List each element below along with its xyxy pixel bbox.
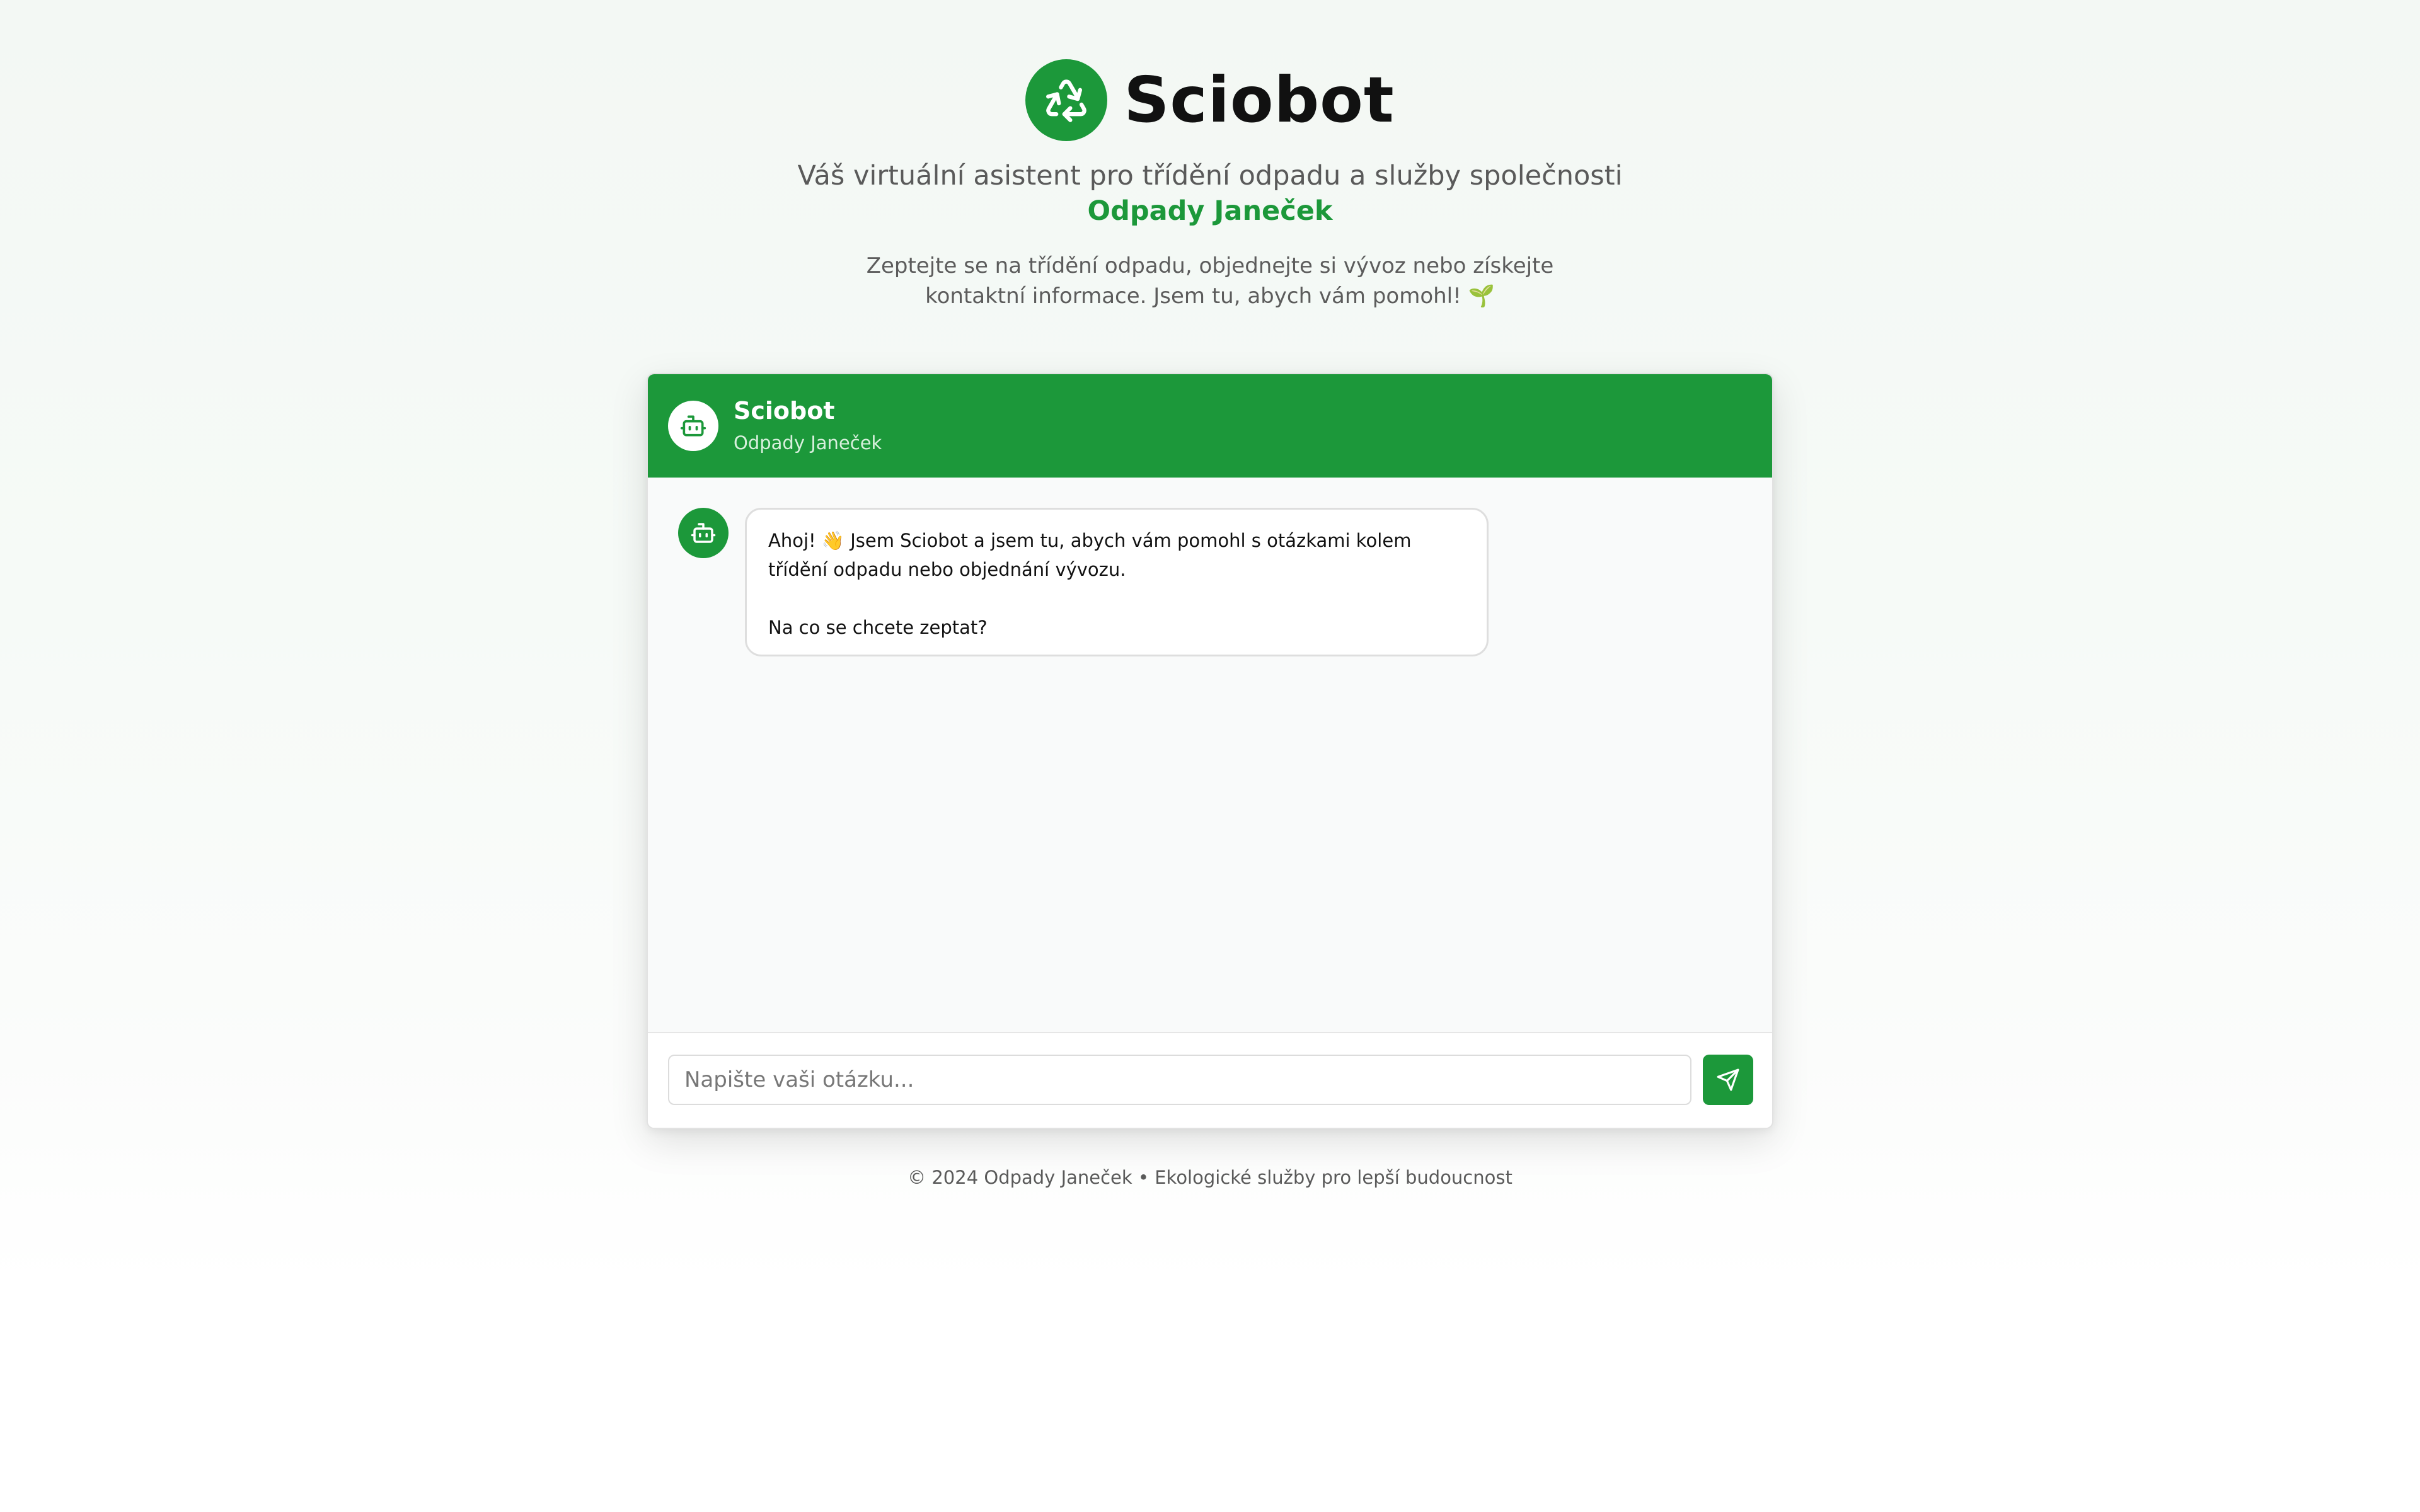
message-input[interactable] — [668, 1055, 1691, 1105]
chat-window: Sciobot Odpady Janeček Ahoj! 👋 Jsem Scio… — [647, 373, 1773, 1129]
hero-intro: Zeptejte se na třídění odpadu, objednejt… — [866, 253, 1554, 309]
brand: Sciobot — [0, 58, 2420, 142]
chat-input-bar — [648, 1032, 1772, 1128]
recycle-icon — [1025, 59, 1108, 141]
hero-subtitle: Váš virtuální asistent pro třídění odpad… — [797, 160, 1623, 192]
chat-header-name: Sciobot — [734, 397, 835, 425]
message-text: Ahoj! 👋 Jsem Sciobot a jsem tu, abych vá… — [768, 530, 1412, 580]
robot-icon — [668, 401, 718, 451]
chat-header-subtitle: Odpady Janeček — [734, 432, 882, 454]
message-list[interactable]: Ahoj! 👋 Jsem Sciobot a jsem tu, abych vá… — [648, 478, 1772, 1032]
send-button[interactable] — [1703, 1055, 1753, 1105]
send-icon — [1717, 1068, 1739, 1091]
company-name: Odpady Janeček — [1087, 195, 1333, 227]
app-title: Sciobot — [1124, 63, 1395, 137]
message-text: Na co se chcete zeptat? — [768, 617, 988, 638]
chat-header: Sciobot Odpady Janeček — [648, 374, 1772, 478]
bot-message-bubble: Ahoj! 👋 Jsem Sciobot a jsem tu, abych vá… — [745, 508, 1489, 656]
footer-copyright: © 2024 Odpady Janeček • Ekologické služb… — [908, 1167, 1512, 1188]
robot-icon — [678, 508, 729, 558]
